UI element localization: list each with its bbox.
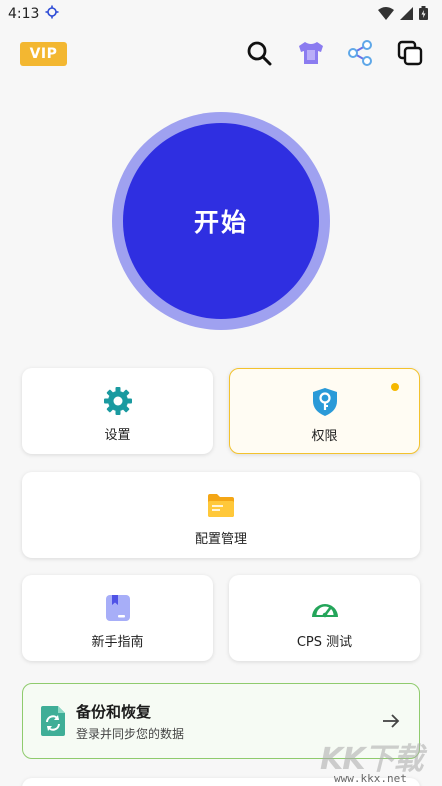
start-button[interactable]: 开始 bbox=[123, 123, 319, 319]
speedometer-icon bbox=[310, 593, 340, 623]
arrow-right-icon[interactable] bbox=[381, 711, 401, 731]
vip-button[interactable]: VIP bbox=[20, 42, 67, 66]
battery-icon bbox=[419, 5, 428, 24]
book-icon bbox=[105, 593, 131, 623]
beginner-guide-label: 新手指南 bbox=[91, 635, 144, 650]
permissions-label: 权限 bbox=[311, 429, 338, 444]
config-management-card[interactable]: 配置管理 bbox=[22, 472, 420, 558]
cps-test-card[interactable]: CPS 测试 bbox=[229, 575, 420, 661]
start-button-ring[interactable]: 开始 bbox=[112, 112, 330, 330]
gear-icon bbox=[103, 386, 133, 416]
wifi-icon bbox=[378, 5, 394, 24]
backup-sync-icon bbox=[40, 705, 66, 737]
copy-windows-icon[interactable] bbox=[395, 38, 425, 68]
status-time: 4:13 bbox=[8, 6, 40, 22]
theme-shirt-icon[interactable] bbox=[296, 38, 326, 68]
cps-test-label: CPS 测试 bbox=[296, 635, 353, 650]
settings-card[interactable]: 设置 bbox=[22, 368, 213, 454]
start-button-label: 开始 bbox=[193, 208, 248, 237]
notification-dot bbox=[391, 383, 399, 391]
folder-icon bbox=[207, 490, 235, 520]
top-bar: VIP bbox=[0, 38, 442, 70]
backup-title: 备份和恢复 bbox=[76, 702, 152, 721]
backup-subtitle: 登录并同步您的数据 bbox=[76, 726, 185, 741]
watermark: KK下载 www.kkx.net bbox=[320, 734, 442, 786]
main-screen: 4:13 VIP 开始 设置 权限 配置管理 新手指南 CPS 测试 备份和恢复… bbox=[0, 0, 442, 786]
watermark-url: www.kkx.net bbox=[334, 772, 407, 785]
signal-icon bbox=[400, 5, 413, 24]
location-icon bbox=[45, 5, 59, 23]
share-icon[interactable] bbox=[345, 38, 375, 68]
settings-label: 设置 bbox=[104, 428, 131, 443]
config-management-label: 配置管理 bbox=[194, 532, 247, 547]
key-shield-icon bbox=[311, 387, 339, 417]
search-icon[interactable] bbox=[244, 38, 274, 68]
beginner-guide-card[interactable]: 新手指南 bbox=[22, 575, 213, 661]
status-bar: 4:13 bbox=[0, 0, 442, 28]
permissions-card[interactable]: 权限 bbox=[229, 368, 420, 454]
